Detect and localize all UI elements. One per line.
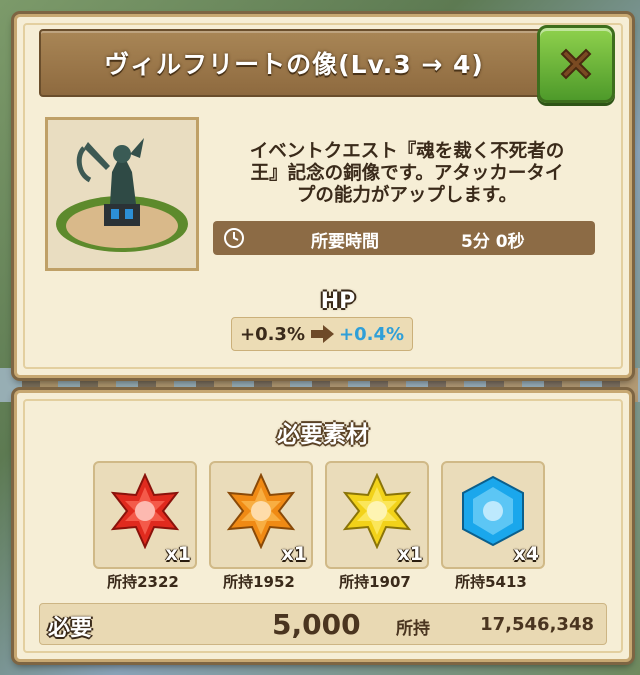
clock-icon: [224, 228, 244, 248]
statue-description: イベントクエスト『魂を裁く不死者の 王』記念の銅像です。アタッカータイ プの能力…: [249, 141, 565, 206]
materials-panel: 必要素材 x1 所持2322 x1 所持1952 x1 所持1907 x4 所持…: [14, 390, 632, 662]
stat-name: HP: [320, 289, 356, 314]
title-bar: ヴィルフリートの像(Lv.3 → 4): [39, 29, 549, 97]
material-owned: 所持1952: [223, 573, 295, 591]
material-owned: 所持5413: [455, 573, 527, 591]
cost-bar: 必要 5,000 所持 17,546,348: [39, 603, 607, 645]
materials-list: x1 所持2322 x1 所持1952 x1 所持1907 x4 所持5413: [93, 461, 553, 592]
owned-currency-value: 17,546,348: [480, 614, 594, 635]
time-required-bar: 所要時間 5分 0秒: [213, 221, 595, 255]
time-label: 所要時間: [311, 232, 379, 252]
blue-hexagon-crystal-icon: [462, 475, 524, 547]
close-button[interactable]: [537, 25, 615, 103]
stat-old-value: +0.3%: [239, 323, 305, 345]
material-quantity: x4: [513, 543, 539, 565]
material-owned: 所持1907: [339, 573, 411, 591]
material-quantity: x1: [397, 543, 423, 565]
time-value: 5分 0秒: [461, 232, 525, 252]
material-item[interactable]: x1 所持1907: [325, 461, 429, 592]
material-owned: 所持2322: [107, 573, 179, 591]
red-star-crystal-icon: [110, 473, 180, 549]
stat-new-value: +0.4%: [339, 323, 405, 345]
material-item[interactable]: x1 所持1952: [209, 461, 313, 592]
cost-label: 必要: [48, 616, 93, 641]
owned-currency-label: 所持: [396, 619, 430, 639]
yellow-star-crystal-icon: [342, 473, 412, 549]
orange-star-crystal-icon: [226, 473, 296, 549]
statue-portrait: [45, 117, 199, 271]
cost-value: 5,000: [272, 608, 361, 641]
material-quantity: x1: [165, 543, 191, 565]
statue-image: [48, 120, 196, 268]
close-x-icon: [560, 48, 592, 80]
material-item[interactable]: x4 所持5413: [441, 461, 545, 592]
material-item[interactable]: x1 所持2322: [93, 461, 197, 592]
dialog-title: ヴィルフリートの像(Lv.3 → 4): [104, 50, 484, 79]
material-quantity: x1: [281, 543, 307, 565]
stat-change-box: +0.3% +0.4%: [231, 317, 413, 351]
right-arrow-icon: [311, 325, 334, 343]
statue-info-panel: ヴィルフリートの像(Lv.3 → 4) イベントクエスト『魂を裁く不死者の 王』…: [14, 14, 632, 378]
required-materials-title: 必要素材: [277, 422, 369, 448]
